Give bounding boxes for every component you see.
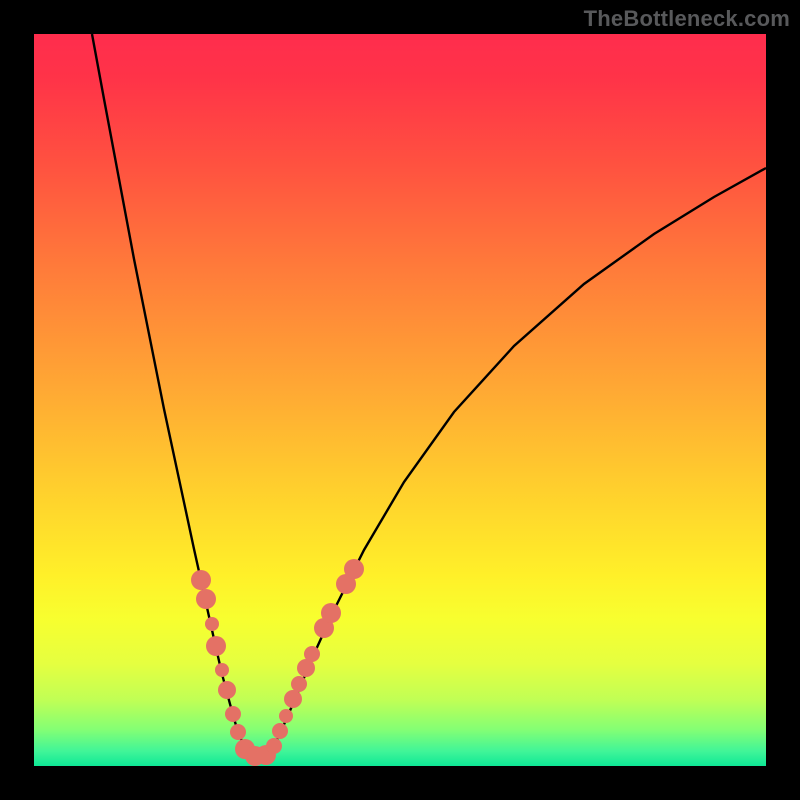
watermark-text: TheBottleneck.com (584, 6, 790, 32)
bead-dot (279, 709, 293, 723)
bead-dot (205, 617, 219, 631)
bead-dot (297, 659, 315, 677)
bottleneck-curve (34, 34, 766, 766)
bead-dot (321, 603, 341, 623)
bead-dot (218, 681, 236, 699)
bead-dot (235, 739, 255, 759)
bead-dot (215, 663, 229, 677)
bead-dot (196, 589, 216, 609)
bead-group (191, 559, 364, 766)
bead-dot (314, 618, 334, 638)
bead-dot (245, 746, 265, 766)
bead-dot (304, 646, 320, 662)
bead-dot (256, 745, 276, 765)
bead-dot (191, 570, 211, 590)
curve-path (92, 34, 766, 757)
bead-dot (336, 574, 356, 594)
bead-dot (291, 676, 307, 692)
bead-dot (344, 559, 364, 579)
plot-area (34, 34, 766, 766)
bead-dot (230, 724, 246, 740)
bead-dot (206, 636, 226, 656)
bead-dot (272, 723, 288, 739)
chart-frame: TheBottleneck.com (0, 0, 800, 800)
bead-dot (266, 738, 282, 754)
bead-dot (284, 690, 302, 708)
bead-dot (225, 706, 241, 722)
